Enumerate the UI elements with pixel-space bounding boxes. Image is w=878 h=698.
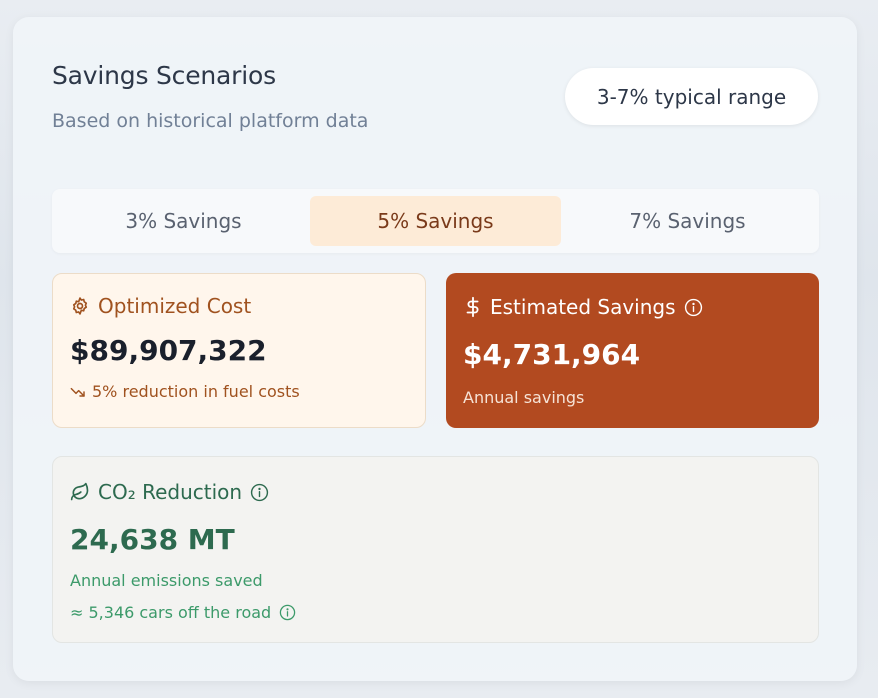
typical-range-badge: 3-7% typical range <box>565 68 818 125</box>
page-title: Savings Scenarios <box>52 61 276 90</box>
optimized-cost-card: Optimized Cost $89,907,322 5% reduction … <box>52 273 426 428</box>
estimated-savings-value: $4,731,964 <box>463 338 641 371</box>
estimated-savings-card: Estimated Savings $4,731,964 Annual savi… <box>446 273 819 428</box>
estimated-savings-note: Annual savings <box>463 388 585 407</box>
info-icon[interactable] <box>684 298 703 317</box>
optimized-cost-value: $89,907,322 <box>70 334 267 367</box>
co2-reduction-label: CO₂ Reduction <box>98 480 243 504</box>
page-subtitle: Based on historical platform data <box>52 110 369 132</box>
cars-equivalent-text: ≈ 5,346 cars off the road <box>70 603 272 622</box>
co2-reduction-card: CO₂ Reduction 24,638 MT Annual emissions… <box>52 456 819 643</box>
tab-3-percent[interactable]: 3% Savings <box>58 196 309 246</box>
estimated-savings-label: Estimated Savings <box>490 295 676 319</box>
gear-icon <box>70 296 90 316</box>
co2-reduction-note: Annual emissions saved <box>70 571 263 590</box>
leaf-icon <box>70 482 90 502</box>
optimized-cost-note: 5% reduction in fuel costs <box>92 382 300 401</box>
trending-down-icon <box>70 384 86 400</box>
savings-scenarios-card: Savings Scenarios Based on historical pl… <box>13 17 857 681</box>
info-icon[interactable] <box>279 604 296 621</box>
savings-tabs: 3% Savings 5% Savings 7% Savings <box>52 189 819 253</box>
tab-5-percent[interactable]: 5% Savings <box>310 196 561 246</box>
dollar-icon <box>464 296 482 318</box>
info-icon[interactable] <box>250 483 269 502</box>
optimized-cost-label: Optimized Cost <box>98 294 252 318</box>
co2-reduction-value: 24,638 MT <box>70 523 235 556</box>
tab-7-percent[interactable]: 7% Savings <box>562 196 813 246</box>
